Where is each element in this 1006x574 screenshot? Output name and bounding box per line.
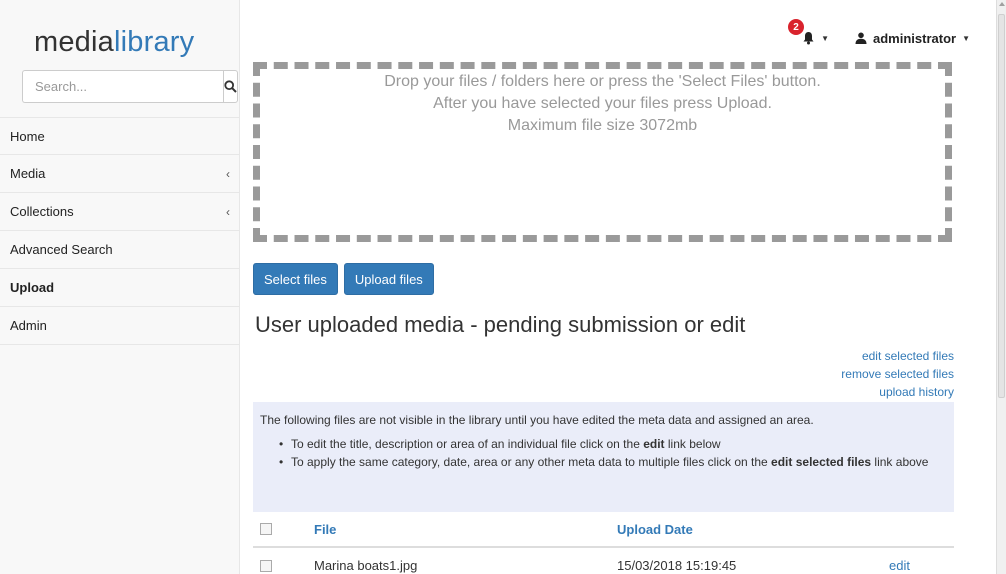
sidebar-item-advanced-search[interactable]: Advanced Search xyxy=(0,231,240,269)
caret-down-icon: ▼ xyxy=(962,33,970,43)
select-files-button[interactable]: Select files xyxy=(253,263,338,295)
info-list-item: To edit the title, description or area o… xyxy=(275,435,947,453)
sidebar-item-collections[interactable]: Collections ‹ xyxy=(0,193,240,231)
column-header-upload-date[interactable]: Upload Date xyxy=(617,522,693,537)
file-name: Marina boats1.jpg xyxy=(314,558,418,573)
info-text: To edit the title, description or area o… xyxy=(291,437,644,451)
caret-down-icon: ▼ xyxy=(821,33,829,43)
table-header-row: File Upload Date xyxy=(253,512,954,548)
info-emphasis: edit xyxy=(643,437,665,451)
brand-logo-part2: library xyxy=(114,26,195,58)
drop-zone-instruction: Drop your files / folders here or press … xyxy=(384,73,821,90)
info-text: To apply the same category, date, area o… xyxy=(291,455,772,469)
info-list: To edit the title, description or area o… xyxy=(260,435,947,471)
remove-selected-files-link[interactable]: remove selected files xyxy=(841,365,954,383)
username: administrator xyxy=(873,30,957,46)
search-input[interactable] xyxy=(22,70,223,103)
edit-file-link[interactable]: edit xyxy=(889,558,910,573)
drop-zone-instruction: After you have selected your files press… xyxy=(433,95,772,112)
sidebar-item-label: Admin xyxy=(10,318,47,333)
info-intro: The following files are not visible in t… xyxy=(260,413,814,427)
column-header-file[interactable]: File xyxy=(314,522,336,537)
sidebar-item-label: Home xyxy=(10,128,45,144)
edit-selected-files-link[interactable]: edit selected files xyxy=(841,347,954,365)
chevron-left-icon: ‹ xyxy=(226,166,230,181)
brand-logo-part1: media xyxy=(34,26,114,58)
pending-files-table: File Upload Date Marina boats1.jpg 15/03… xyxy=(253,512,954,574)
search-icon xyxy=(224,80,237,93)
chevron-left-icon: ‹ xyxy=(226,204,230,219)
top-navbar: 2 ▼ administrator ▼ xyxy=(788,14,970,54)
info-list-item: To apply the same category, date, area o… xyxy=(275,453,947,471)
user-menu-dropdown[interactable]: administrator ▼ xyxy=(855,31,970,46)
sidebar-item-home[interactable]: Home xyxy=(0,117,240,155)
info-text: link below xyxy=(664,437,721,451)
page-scrollbar[interactable] xyxy=(996,0,1006,574)
info-panel: The following files are not visible in t… xyxy=(253,402,954,512)
notifications-dropdown[interactable]: 2 ▼ xyxy=(788,19,829,45)
info-text: link above xyxy=(871,455,929,469)
notification-count-badge: 2 xyxy=(788,19,805,35)
user-icon xyxy=(855,32,867,44)
search-box xyxy=(22,70,238,103)
upload-date: 15/03/2018 15:19:45 xyxy=(617,558,737,573)
sidebar-item-label: Advanced Search xyxy=(10,242,113,257)
sidebar-item-label: Upload xyxy=(10,280,55,295)
drop-zone-max-size: Maximum file size 3072mb xyxy=(507,117,698,134)
upload-files-button[interactable]: Upload files xyxy=(343,263,434,295)
sidebar-item-admin[interactable]: Admin xyxy=(0,307,240,345)
brand-logo[interactable]: medialibrary xyxy=(34,26,194,59)
scroll-up-icon[interactable] xyxy=(999,2,1005,6)
select-all-checkbox[interactable] xyxy=(260,523,272,535)
upload-actions: Select files Upload files xyxy=(253,263,434,295)
page-title: User uploaded media - pending submission… xyxy=(255,312,746,337)
file-drop-zone[interactable]: Drop your files / folders here or press … xyxy=(253,62,952,242)
sidebar-item-media[interactable]: Media ‹ xyxy=(0,155,240,193)
bell-icon xyxy=(803,32,814,45)
sidebar: medialibrary Home Media ‹ Collections ‹ Ad… xyxy=(0,0,240,574)
upload-history-link[interactable]: upload history xyxy=(841,383,954,401)
sidebar-item-label: Collections xyxy=(10,204,74,219)
info-emphasis: edit selected files xyxy=(771,455,872,469)
sidebar-item-upload[interactable]: Upload xyxy=(0,269,240,307)
bulk-action-links: edit selected files remove selected file… xyxy=(841,347,954,401)
sidebar-nav: Home Media ‹ Collections ‹ Advanced Search… xyxy=(0,117,240,345)
row-checkbox[interactable] xyxy=(260,559,272,572)
sidebar-item-label: Media xyxy=(10,166,46,181)
search-button[interactable] xyxy=(223,70,238,103)
table-row: Marina boats1.jpg 15/03/2018 15:19:45 ed… xyxy=(253,548,954,574)
scrollbar-thumb[interactable] xyxy=(998,14,1005,398)
